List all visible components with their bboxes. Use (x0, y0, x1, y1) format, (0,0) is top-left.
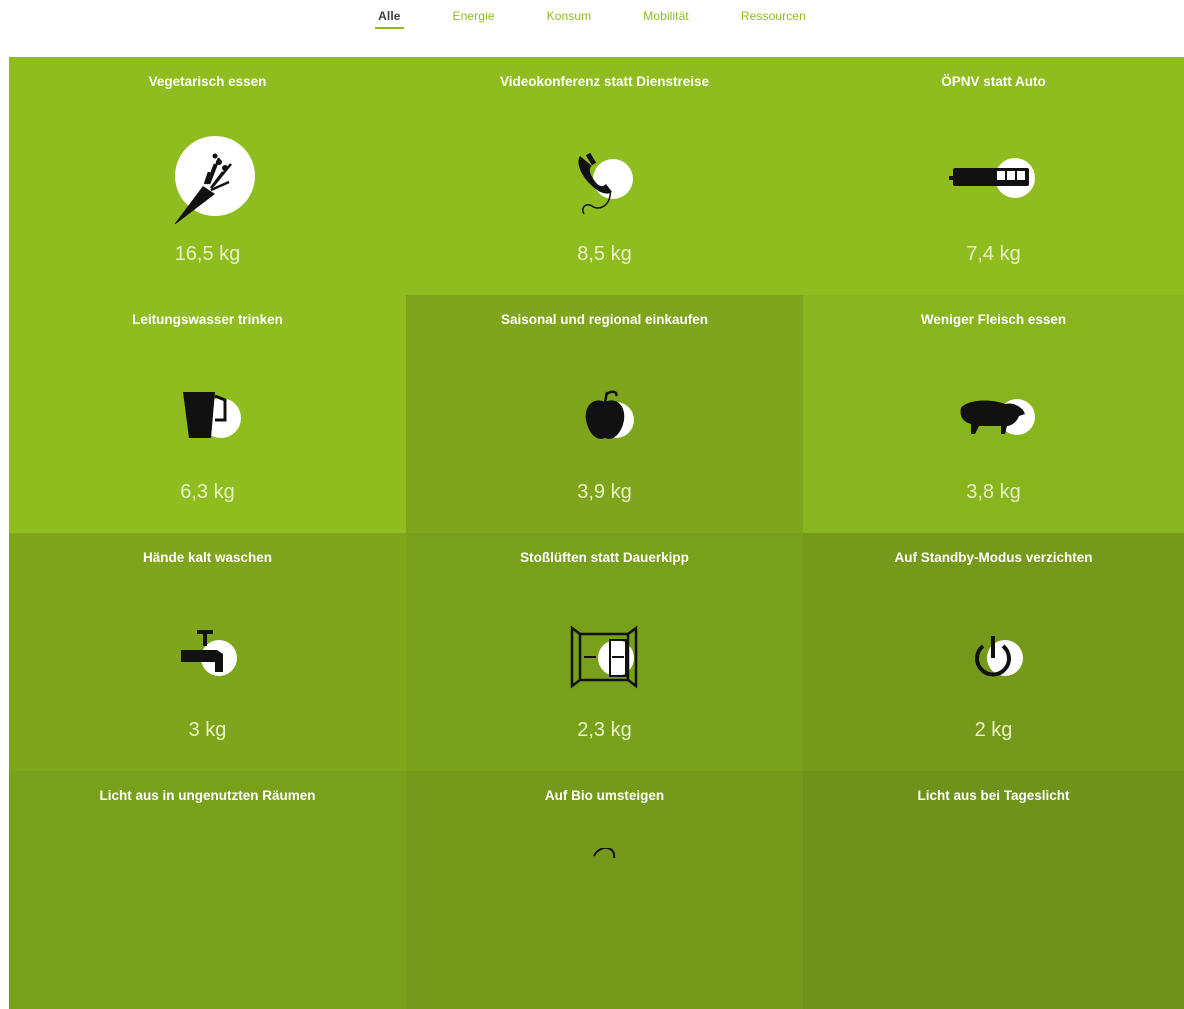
category-filter-nav: Alle Energie Konsum Mobilität Ressourcen (0, 0, 1184, 57)
tile-title: Licht aus bei Tageslicht (917, 788, 1070, 803)
tips-grid: Vegetarisch essen 16,5 kg Videokonferenz… (9, 57, 1184, 1009)
tab-konsum[interactable]: Konsum (544, 9, 595, 27)
tile-title: Auf Standby-Modus verzichten (894, 550, 1093, 565)
tip-tile-haende-kalt[interactable]: Hände kalt waschen 3 kg (9, 533, 406, 771)
tile-co2-value: 3,8 kg (966, 481, 1021, 503)
water-jug-icon (153, 372, 263, 462)
tile-title: Stoßlüften statt Dauerkipp (520, 550, 689, 565)
open-window-icon (550, 610, 660, 700)
tile-co2-value: 3,9 kg (577, 481, 632, 503)
tile-title: ÖPNV statt Auto (941, 74, 1046, 89)
tile-co2-value: 2 kg (974, 719, 1013, 741)
tile-title: Licht aus in ungenutzten Räumen (99, 788, 316, 803)
tip-tile-oepnv[interactable]: ÖPNV statt Auto 7,4 kg (803, 57, 1184, 295)
tile-co2-value: 16,5 kg (174, 243, 241, 265)
tip-tile-saisonal[interactable]: Saisonal und regional einkaufen 3,9 kg (406, 295, 803, 533)
tab-ressourcen[interactable]: Ressourcen (738, 9, 809, 27)
tile-title: Leitungswasser trinken (132, 312, 283, 327)
carrot-icon (153, 134, 263, 224)
tile-title: Saisonal und regional einkaufen (500, 312, 709, 327)
tip-tile-leitungswasser[interactable]: Leitungswasser trinken 6,3 kg (9, 295, 406, 533)
tip-tile-weniger-fleisch[interactable]: Weniger Fleisch essen 3,8 kg (803, 295, 1184, 533)
bus-icon (939, 134, 1049, 224)
tile-title: Weniger Fleisch essen (920, 312, 1067, 327)
tile-title: Auf Bio umsteigen (544, 788, 665, 803)
tab-mobilitaet[interactable]: Mobilität (640, 9, 692, 27)
tile-title: Vegetarisch essen (148, 74, 267, 89)
pig-icon (939, 372, 1049, 462)
tab-energie[interactable]: Energie (450, 9, 498, 27)
tile-title: Videokonferenz statt Dienstreise (499, 74, 710, 89)
tile-co2-value: 6,3 kg (180, 481, 235, 503)
tip-tile-bio[interactable]: Auf Bio umsteigen (406, 771, 803, 1009)
tip-tile-videokonferenz[interactable]: Videokonferenz statt Dienstreise 8,5 kg (406, 57, 803, 295)
tile-co2-value: 2,3 kg (577, 719, 632, 741)
telephone-icon (550, 134, 660, 224)
tip-tile-licht-ungenutzt[interactable]: Licht aus in ungenutzten Räumen (9, 771, 406, 1009)
tip-tile-stosslueften[interactable]: Stoßlüften statt Dauerkipp 2,3 kg (406, 533, 803, 771)
tab-alle[interactable]: Alle (375, 9, 404, 29)
faucet-icon (153, 610, 263, 700)
apple-icon (550, 372, 660, 462)
tile-title: Hände kalt waschen (142, 550, 273, 565)
tile-co2-value: 3 kg (188, 719, 227, 741)
tip-tile-licht-tageslicht[interactable]: Licht aus bei Tageslicht (803, 771, 1184, 1009)
leaf-icon (550, 848, 660, 938)
tip-tile-vegetarisch[interactable]: Vegetarisch essen 16,5 kg (9, 57, 406, 295)
tip-tile-standby[interactable]: Auf Standby-Modus verzichten 2 kg (803, 533, 1184, 771)
tile-co2-value: 7,4 kg (966, 243, 1021, 265)
tile-co2-value: 8,5 kg (577, 243, 632, 265)
power-icon (939, 610, 1049, 700)
